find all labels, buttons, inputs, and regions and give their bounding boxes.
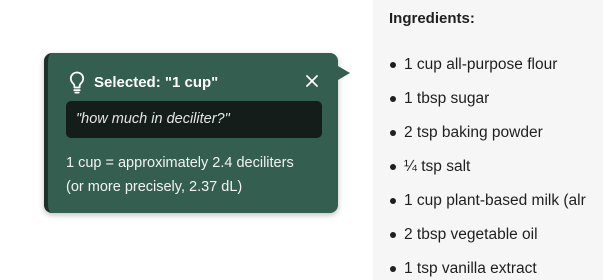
lightbulb-icon [68, 70, 86, 94]
ingredient-item[interactable]: 2 tbsp vegetable oil [373, 218, 603, 252]
bullet [390, 62, 396, 68]
answer-text: 1 cup = approximately 2.4 deciliters (or… [66, 151, 326, 199]
assistant-popover: Selected: "1 cup" "how much in deciliter… [44, 53, 338, 213]
close-icon[interactable] [304, 73, 320, 89]
ingredient-item[interactable]: 1 tbsp sugar [373, 82, 603, 116]
bullet [390, 266, 396, 272]
bullet [390, 232, 396, 238]
ingredient-item[interactable]: 2 tsp baking powder [373, 116, 603, 150]
answer-line: 1 cup = approximately 2.4 deciliters [66, 155, 294, 171]
popover-title: Selected: "1 cup" [94, 73, 219, 91]
popover-header: Selected: "1 cup" [68, 69, 218, 95]
bullet [390, 164, 396, 170]
ingredient-item[interactable]: 1 cup plant-based milk (alr [373, 184, 603, 218]
document-panel: Ingredients: 1 cup all-purpose flour 1 t… [373, 0, 603, 280]
ingredients-heading: Ingredients: [389, 10, 475, 27]
ingredient-item[interactable]: ¼ tsp salt [373, 150, 603, 184]
answer-line: (or more precisely, 2.37 dL) [66, 179, 243, 195]
ingredients-list: 1 cup all-purpose flour 1 tbsp sugar 2 t… [373, 48, 603, 280]
ingredient-label: 1 tsp vanilla extract [404, 260, 537, 277]
ingredient-item[interactable]: 1 cup all-purpose flour [373, 48, 603, 82]
close-button[interactable] [304, 73, 320, 89]
query-field[interactable]: "how much in deciliter?" [66, 101, 322, 138]
ingredient-label: 2 tsp baking powder [404, 124, 543, 141]
bullet [390, 198, 396, 204]
ingredient-label: 2 tbsp vegetable oil [404, 226, 538, 243]
ingredient-label: 1 tbsp sugar [404, 90, 490, 107]
ingredient-item[interactable]: 1 tsp vanilla extract [373, 252, 603, 280]
ingredient-label: 1 cup all-purpose flour [404, 56, 558, 73]
ingredient-label: 1 cup plant-based milk (alr [404, 192, 586, 209]
bullet [390, 130, 396, 136]
ingredient-label: ¼ tsp salt [404, 158, 471, 175]
popover-pointer [338, 66, 350, 80]
bullet [390, 96, 396, 102]
